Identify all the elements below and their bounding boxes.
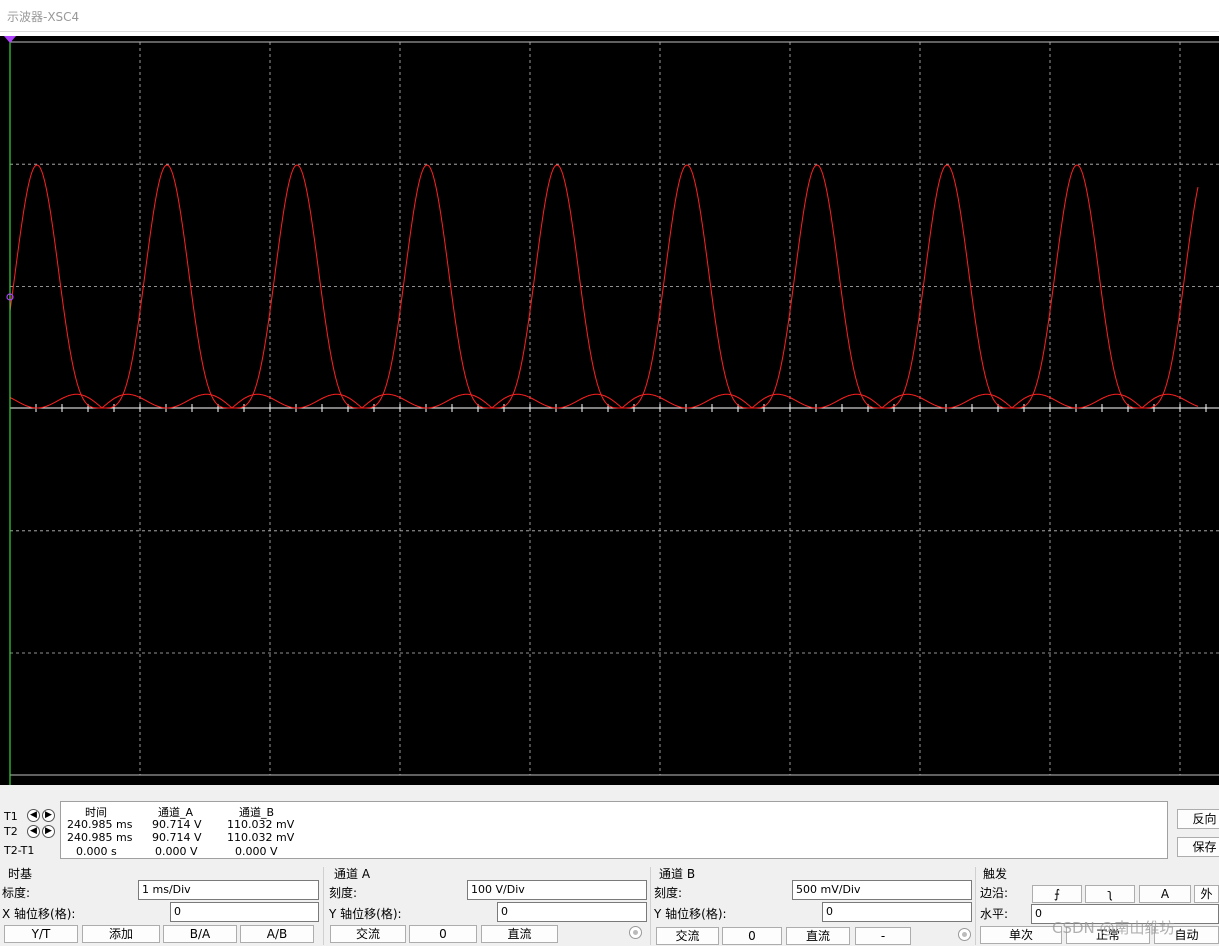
trigger-single-button[interactable]: 单次 xyxy=(980,926,1062,944)
x-position-label: X 轴位移(格): xyxy=(2,907,76,921)
separator xyxy=(650,867,651,945)
channel-b-zero-button[interactable]: 0 xyxy=(722,927,782,945)
scope-display xyxy=(4,36,1219,785)
trigger-title: 触发 xyxy=(983,867,1008,881)
cursor-t1-label: T1 xyxy=(4,810,18,823)
ba-mode-button[interactable]: B/A xyxy=(163,925,237,943)
control-panel: 时基 标度: 1 ms/Div X 轴位移(格): 0 Y/T 添加 B/A A… xyxy=(0,863,1219,946)
channel-b-minus-button[interactable]: - xyxy=(855,927,911,945)
cursor-t2-label: T2 xyxy=(4,825,18,838)
diff-channel-b-value: 0.000 V xyxy=(235,845,278,858)
t2-channel-a-value: 90.714 V xyxy=(152,831,202,844)
channel-b-dc-button[interactable]: 直流 xyxy=(786,927,850,945)
ab-mode-button[interactable]: A/B xyxy=(240,925,314,943)
diff-time-value: 0.000 s xyxy=(76,845,117,858)
timebase-title: 时基 xyxy=(8,867,33,881)
cursor-t1-left-arrow-icon[interactable]: ◀ xyxy=(27,809,40,822)
yt-mode-button[interactable]: Y/T xyxy=(4,925,78,943)
timebase-scale-field[interactable]: 1 ms/Div xyxy=(138,880,319,900)
channel-b-ac-button[interactable]: 交流 xyxy=(656,927,719,945)
channel-b-title: 通道 B xyxy=(659,867,696,881)
x-position-field[interactable]: 0 xyxy=(170,902,319,922)
scope-screen[interactable] xyxy=(0,36,1219,785)
separator xyxy=(975,867,976,945)
cursor-diff-label: T2-T1 xyxy=(4,844,35,857)
readout-table: 时间 通道_A 通道_B 240.985 ms 90.714 V 110.032… xyxy=(60,801,1168,859)
trigger-falling-edge-icon[interactable]: ʅ xyxy=(1085,885,1135,903)
channel-a-dc-button[interactable]: 直流 xyxy=(481,925,558,943)
channel-a-ac-button[interactable]: 交流 xyxy=(330,925,406,943)
cursor-t2-left-arrow-icon[interactable]: ◀ xyxy=(27,825,40,838)
t1-channel-b-value: 110.032 mV xyxy=(227,818,295,831)
reverse-button[interactable]: 反向 xyxy=(1177,809,1219,829)
save-button[interactable]: 保存 xyxy=(1177,837,1219,857)
channel-a-scale-label: 刻度: xyxy=(329,886,358,900)
channel-a-y-position-field[interactable]: 0 xyxy=(497,902,647,922)
trigger-source-a-button[interactable]: A xyxy=(1139,885,1191,903)
channel-a-scale-field[interactable]: 100 V/Div xyxy=(467,880,647,900)
cursor-controls: T1 ◀ ▶ T2 ◀ ▶ T2-T1 xyxy=(0,799,60,861)
window-title: 示波器-XSC4 xyxy=(7,10,80,24)
t1-time-value: 240.985 ms xyxy=(67,818,133,831)
add-mode-button[interactable]: 添加 xyxy=(82,925,160,943)
channel-b-y-position-field[interactable]: 0 xyxy=(822,902,972,922)
t2-channel-b-value: 110.032 mV xyxy=(227,831,295,844)
trigger-source-ext-button[interactable]: 外 xyxy=(1194,885,1219,903)
channel-a-y-position-label: Y 轴位移(格): xyxy=(329,907,402,921)
trigger-rising-edge-icon[interactable]: ⨍ xyxy=(1032,885,1082,903)
title-bar: 示波器-XSC4 xyxy=(0,0,1219,32)
watermark: CSDN @南山维坊 xyxy=(1052,919,1175,937)
trigger-level-label: 水平: xyxy=(980,907,1009,921)
separator xyxy=(323,867,324,945)
channel-b-y-position-label: Y 轴位移(格): xyxy=(654,907,727,921)
channel-b-scale-label: 刻度: xyxy=(654,886,683,900)
trigger-edge-label: 边沿: xyxy=(980,886,1009,900)
t1-channel-a-value: 90.714 V xyxy=(152,818,202,831)
channel-a-zero-button[interactable]: 0 xyxy=(409,925,477,943)
channel-a-title: 通道 A xyxy=(334,867,371,881)
channel-a-connector-icon xyxy=(629,926,642,939)
cursor-t1-right-arrow-icon[interactable]: ▶ xyxy=(42,809,55,822)
channel-b-connector-icon xyxy=(958,928,971,941)
cursor-readout-panel: T1 ◀ ▶ T2 ◀ ▶ T2-T1 时间 通道_A 通道_B 240.985… xyxy=(0,799,1219,861)
channel-b-scale-field[interactable]: 500 mV/Div xyxy=(792,880,972,900)
diff-channel-a-value: 0.000 V xyxy=(155,845,198,858)
cursor-t2-right-arrow-icon[interactable]: ▶ xyxy=(42,825,55,838)
timebase-scale-label: 标度: xyxy=(2,886,31,900)
t2-time-value: 240.985 ms xyxy=(67,831,133,844)
